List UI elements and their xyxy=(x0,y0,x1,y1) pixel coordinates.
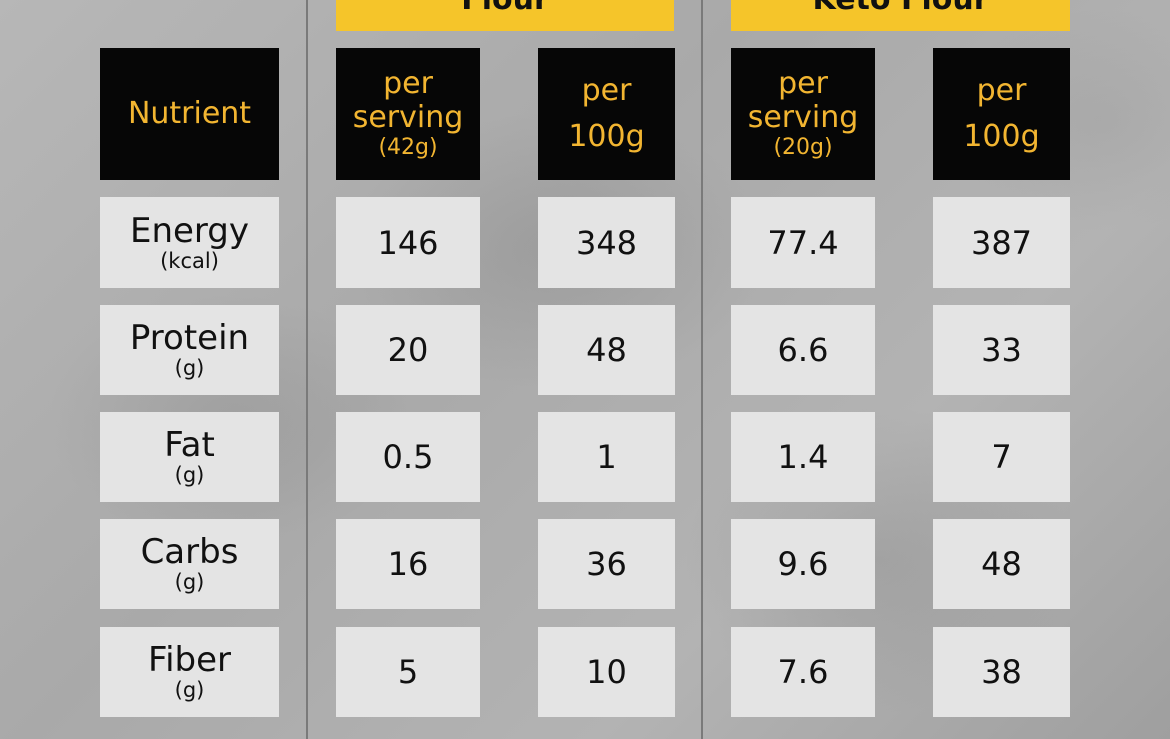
value-text: 146 xyxy=(377,223,439,262)
header-serving-size: (42g) xyxy=(378,135,438,160)
value-cell: 1 xyxy=(538,412,675,502)
header-per-serving-flour: per serving (42g) xyxy=(336,48,480,180)
value-cell: 6.6 xyxy=(731,305,875,395)
value-cell: 38 xyxy=(933,627,1070,717)
nutrient-unit: (g) xyxy=(174,678,205,702)
header-nutrient: Nutrient xyxy=(100,48,279,180)
value-cell: 348 xyxy=(538,197,675,288)
header-label-line2: serving xyxy=(352,100,464,135)
value-cell: 36 xyxy=(538,519,675,609)
value-text: 36 xyxy=(586,545,627,583)
header-label: Nutrient xyxy=(127,96,252,131)
value-text: 38 xyxy=(981,653,1022,691)
nutrient-unit: (kcal) xyxy=(160,248,219,273)
nutrient-name: Energy xyxy=(129,210,250,251)
nutrient-unit: (g) xyxy=(174,570,205,594)
row-label-carbs: Carbs (g) xyxy=(100,519,279,609)
value-cell: 20 xyxy=(336,305,480,395)
header-label-line2: 100g xyxy=(568,119,645,154)
header-label-line2: 100g xyxy=(963,119,1040,154)
value-text: 33 xyxy=(981,331,1022,369)
value-text: 0.5 xyxy=(382,438,434,476)
value-text: 7.6 xyxy=(777,653,829,691)
value-cell: 10 xyxy=(538,627,675,717)
value-cell: 48 xyxy=(933,519,1070,609)
value-cell: 0.5 xyxy=(336,412,480,502)
row-label-energy: Energy (kcal) xyxy=(100,197,279,288)
nutrient-name: Carbs xyxy=(140,532,239,572)
value-text: 7 xyxy=(991,438,1012,476)
group-title: Flour xyxy=(461,0,549,17)
nutrient-name: Fat xyxy=(164,425,215,465)
value-text: 16 xyxy=(387,545,429,583)
header-per-100g-keto-flour: per 100g xyxy=(933,48,1070,180)
group-header-keto-flour: Keto Flour xyxy=(731,0,1070,31)
value-cell: 146 xyxy=(336,197,480,288)
header-label-line1: per xyxy=(976,73,1027,108)
group-title: Keto Flour xyxy=(812,0,988,17)
value-text: 5 xyxy=(397,653,419,691)
value-cell: 77.4 xyxy=(731,197,875,288)
value-cell: 16 xyxy=(336,519,480,609)
value-text: 348 xyxy=(575,223,638,262)
value-text: 387 xyxy=(970,223,1033,262)
nutrient-name: Protein xyxy=(129,318,250,358)
value-text: 10 xyxy=(586,653,627,691)
value-cell: 5 xyxy=(336,627,480,717)
value-cell: 9.6 xyxy=(731,519,875,609)
value-cell: 7.6 xyxy=(731,627,875,717)
header-serving-size: (20g) xyxy=(773,135,833,160)
row-label-fiber: Fiber (g) xyxy=(100,627,279,717)
value-cell: 1.4 xyxy=(731,412,875,502)
nutrient-unit: (g) xyxy=(174,463,205,487)
header-per-100g-flour: per 100g xyxy=(538,48,675,180)
value-text: 20 xyxy=(387,331,429,369)
value-text: 77.4 xyxy=(767,223,839,262)
nutrient-name: Fiber xyxy=(147,640,231,680)
column-divider-right xyxy=(701,0,703,739)
value-text: 9.6 xyxy=(777,545,829,583)
group-header-flour: Flour xyxy=(336,0,674,31)
column-divider-left xyxy=(306,0,308,739)
value-text: 48 xyxy=(586,331,627,369)
header-label-line1: per xyxy=(383,66,433,101)
header-label-line2: serving xyxy=(747,100,859,135)
value-cell: 7 xyxy=(933,412,1070,502)
header-label-line1: per xyxy=(778,66,828,101)
value-cell: 33 xyxy=(933,305,1070,395)
header-label-line1: per xyxy=(581,73,632,108)
row-label-fat: Fat (g) xyxy=(100,412,279,502)
row-label-protein: Protein (g) xyxy=(100,305,279,395)
header-per-serving-keto-flour: per serving (20g) xyxy=(731,48,875,180)
nutrient-unit: (g) xyxy=(174,356,205,380)
value-text: 1 xyxy=(596,438,617,476)
value-text: 6.6 xyxy=(777,331,829,369)
value-text: 48 xyxy=(981,545,1022,583)
value-cell: 387 xyxy=(933,197,1070,288)
value-text: 1.4 xyxy=(777,438,829,476)
value-cell: 48 xyxy=(538,305,675,395)
